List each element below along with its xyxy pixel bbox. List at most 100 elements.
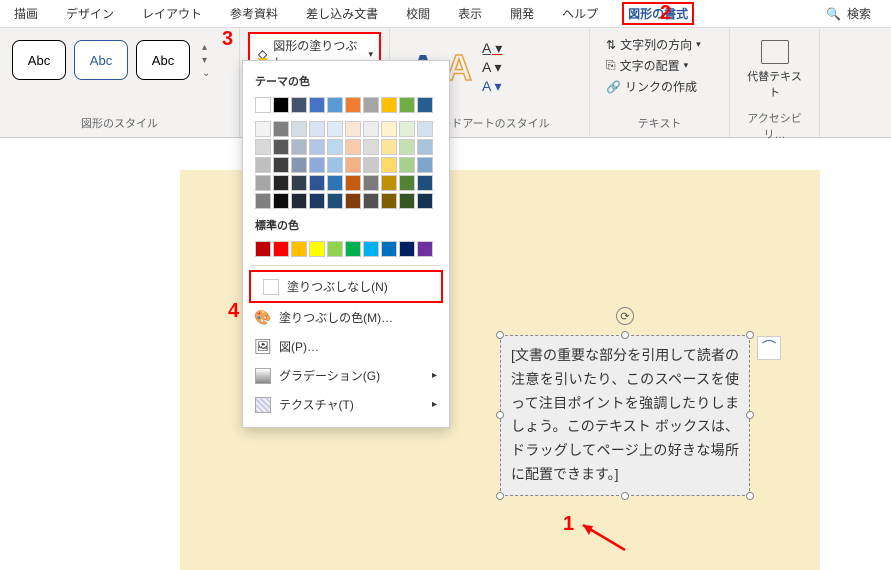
color-swatch[interactable] xyxy=(273,193,289,209)
color-swatch[interactable] xyxy=(417,175,433,191)
color-swatch[interactable] xyxy=(309,139,325,155)
tab-mailings[interactable]: 差し込み文書 xyxy=(302,3,382,24)
color-swatch[interactable] xyxy=(381,121,397,137)
text-direction-btn[interactable]: ⇅ 文字列の方向 ▾ xyxy=(606,36,713,53)
color-swatch[interactable] xyxy=(345,193,361,209)
color-swatch[interactable] xyxy=(381,97,397,113)
tab-shape-format[interactable]: 図形の書式 xyxy=(622,2,694,25)
color-swatch[interactable] xyxy=(327,121,343,137)
color-swatch[interactable] xyxy=(327,139,343,155)
color-swatch[interactable] xyxy=(345,121,361,137)
color-swatch[interactable] xyxy=(399,157,415,173)
text-align-btn[interactable]: ⎘ 文字の配置 ▾ xyxy=(606,57,713,74)
color-swatch[interactable] xyxy=(255,157,271,173)
shape-style-3[interactable]: Abc xyxy=(136,40,190,80)
create-link-btn[interactable]: 🔗 リンクの作成 xyxy=(606,78,713,95)
color-swatch[interactable] xyxy=(327,97,343,113)
color-swatch[interactable] xyxy=(345,241,361,257)
textbox[interactable]: [文書の重要な部分を引用して読者の注意を引いたり、このスペースを使って注目ポイン… xyxy=(500,335,750,496)
resize-handle-ml[interactable] xyxy=(496,411,504,419)
color-swatch[interactable] xyxy=(327,175,343,191)
more-colors-item[interactable]: 🎨 塗りつぶしの色(M)… xyxy=(243,303,449,332)
style-more[interactable]: ⌄ xyxy=(198,68,214,79)
search-area[interactable]: 🔍 検索 xyxy=(816,5,881,22)
resize-handle-tl[interactable] xyxy=(496,331,504,339)
resize-handle-tm[interactable] xyxy=(621,331,629,339)
color-swatch[interactable] xyxy=(363,97,379,113)
color-swatch[interactable] xyxy=(273,157,289,173)
color-swatch[interactable] xyxy=(309,121,325,137)
text-fill-btn[interactable]: A̲ ▾ xyxy=(482,40,502,57)
color-swatch[interactable] xyxy=(255,139,271,155)
resize-handle-br[interactable] xyxy=(746,492,754,500)
color-swatch[interactable] xyxy=(399,193,415,209)
color-swatch[interactable] xyxy=(309,157,325,173)
tab-review[interactable]: 校閲 xyxy=(402,3,434,24)
color-swatch[interactable] xyxy=(399,97,415,113)
color-swatch[interactable] xyxy=(399,241,415,257)
color-swatch[interactable] xyxy=(255,121,271,137)
tab-draw[interactable]: 描画 xyxy=(10,3,42,24)
color-swatch[interactable] xyxy=(291,121,307,137)
color-swatch[interactable] xyxy=(363,121,379,137)
texture-fill-item[interactable]: テクスチャ(T) ▸ xyxy=(243,390,449,419)
tab-references[interactable]: 参考資料 xyxy=(226,3,282,24)
shape-style-1[interactable]: Abc xyxy=(12,40,66,80)
color-swatch[interactable] xyxy=(381,193,397,209)
rotate-handle[interactable]: ⟳ xyxy=(616,307,634,325)
gradient-fill-item[interactable]: グラデーション(G) ▸ xyxy=(243,361,449,390)
color-swatch[interactable] xyxy=(363,193,379,209)
color-swatch[interactable] xyxy=(381,175,397,191)
color-swatch[interactable] xyxy=(309,193,325,209)
color-swatch[interactable] xyxy=(291,97,307,113)
color-swatch[interactable] xyxy=(417,139,433,155)
text-effects-btn[interactable]: A ▾ xyxy=(482,78,502,95)
tab-layout[interactable]: レイアウト xyxy=(138,3,206,24)
color-swatch[interactable] xyxy=(255,241,271,257)
layout-options-button[interactable]: ⌒ xyxy=(757,336,781,360)
color-swatch[interactable] xyxy=(255,97,271,113)
color-swatch[interactable] xyxy=(309,97,325,113)
no-fill-item[interactable]: 塗りつぶしなし(N) xyxy=(249,270,443,303)
resize-handle-tr[interactable] xyxy=(746,331,754,339)
color-swatch[interactable] xyxy=(399,139,415,155)
textbox-selection[interactable]: ⟳ [文書の重要な部分を引用して読者の注意を引いたり、このスペースを使って注目ポ… xyxy=(500,335,750,496)
color-swatch[interactable] xyxy=(417,241,433,257)
color-swatch[interactable] xyxy=(273,121,289,137)
color-swatch[interactable] xyxy=(309,241,325,257)
color-swatch[interactable] xyxy=(291,175,307,191)
resize-handle-bm[interactable] xyxy=(621,492,629,500)
style-scroll-down[interactable]: ▾ xyxy=(198,55,214,66)
color-swatch[interactable] xyxy=(273,139,289,155)
tab-design[interactable]: デザイン xyxy=(62,3,118,24)
color-swatch[interactable] xyxy=(417,157,433,173)
color-swatch[interactable] xyxy=(327,241,343,257)
color-swatch[interactable] xyxy=(345,139,361,155)
color-swatch[interactable] xyxy=(399,121,415,137)
color-swatch[interactable] xyxy=(363,175,379,191)
style-scroll-up[interactable]: ▴ xyxy=(198,42,214,53)
color-swatch[interactable] xyxy=(291,241,307,257)
color-swatch[interactable] xyxy=(363,241,379,257)
color-swatch[interactable] xyxy=(381,139,397,155)
color-swatch[interactable] xyxy=(381,241,397,257)
color-swatch[interactable] xyxy=(291,193,307,209)
color-swatch[interactable] xyxy=(327,157,343,173)
color-swatch[interactable] xyxy=(255,193,271,209)
color-swatch[interactable] xyxy=(345,97,361,113)
color-swatch[interactable] xyxy=(363,139,379,155)
color-swatch[interactable] xyxy=(417,193,433,209)
color-swatch[interactable] xyxy=(291,157,307,173)
text-outline-btn[interactable]: A ▾ xyxy=(482,59,502,76)
color-swatch[interactable] xyxy=(327,193,343,209)
color-swatch[interactable] xyxy=(309,175,325,191)
tab-view[interactable]: 表示 xyxy=(454,3,486,24)
tab-developer[interactable]: 開発 xyxy=(506,3,538,24)
color-swatch[interactable] xyxy=(399,175,415,191)
alt-text-button[interactable]: 代替テキスト xyxy=(738,32,811,108)
color-swatch[interactable] xyxy=(273,175,289,191)
color-swatch[interactable] xyxy=(273,241,289,257)
resize-handle-bl[interactable] xyxy=(496,492,504,500)
color-swatch[interactable] xyxy=(345,157,361,173)
color-swatch[interactable] xyxy=(417,121,433,137)
